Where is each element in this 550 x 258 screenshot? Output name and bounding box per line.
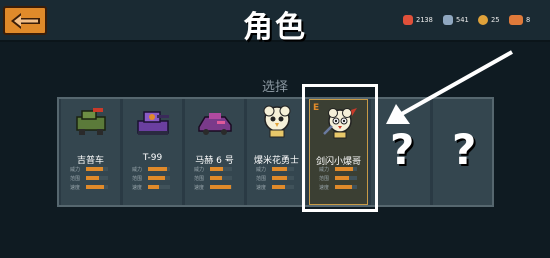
pointer-arrow-icon [386,50,513,124]
